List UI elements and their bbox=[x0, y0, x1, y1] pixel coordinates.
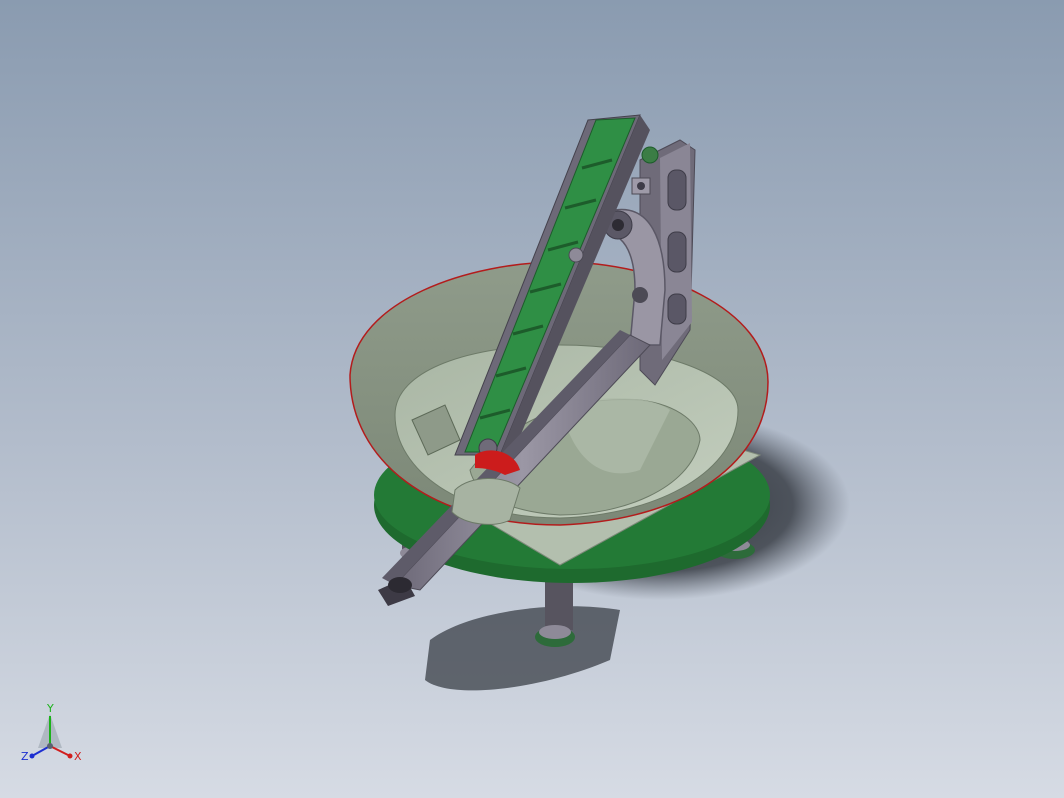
cad-model-render[interactable] bbox=[0, 0, 1064, 798]
coordinate-triad: X Y Z bbox=[21, 702, 82, 763]
cad-viewport[interactable]: X Y Z bbox=[0, 0, 1064, 798]
triad-origin bbox=[47, 743, 53, 749]
frame-fitting bbox=[631, 177, 651, 195]
z-axis-label: Z bbox=[21, 750, 29, 763]
y-axis-label: Y bbox=[46, 702, 54, 715]
x-axis-tip bbox=[67, 753, 73, 759]
z-axis-tip bbox=[29, 753, 35, 759]
x-axis-label: X bbox=[74, 750, 82, 763]
